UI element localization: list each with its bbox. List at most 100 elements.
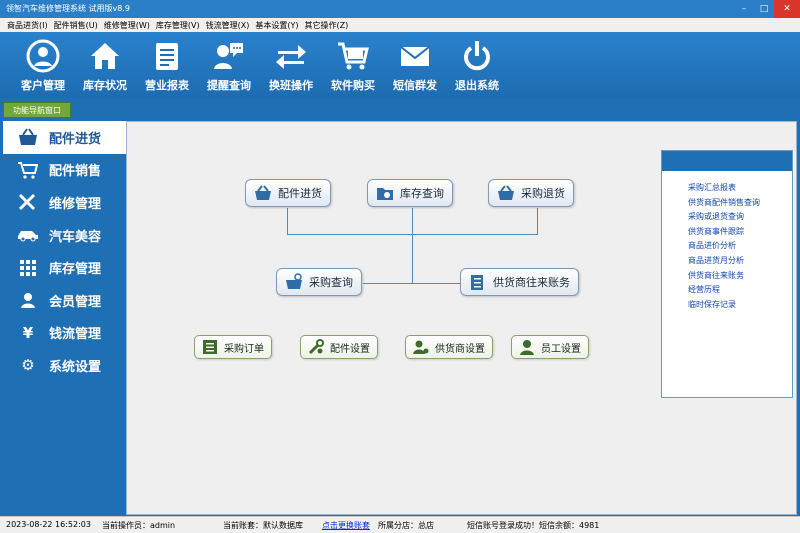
toolbar-exit-button[interactable]: 退出系统 xyxy=(446,32,508,98)
sidebar-item-label: 配件销售 xyxy=(49,164,102,180)
flow-purchase-query-button[interactable]: 采购查询 xyxy=(276,268,362,296)
flow-line xyxy=(412,208,413,283)
supplier-settings-button[interactable]: 供货商设置 xyxy=(405,335,493,359)
toolbar-reminder-button[interactable]: 提醒查询 xyxy=(198,32,260,98)
sidebar-item-parts-purchase[interactable]: 配件进货 xyxy=(3,121,126,154)
settings-button-label: 配件设置 xyxy=(330,343,370,355)
status-sms: 短信账号登录成功！短信余额：4981 xyxy=(467,521,600,530)
flow-label: 采购查询 xyxy=(309,276,353,289)
basket-return-icon xyxy=(498,185,514,200)
user-icon xyxy=(26,39,60,73)
status-datetime: 2023-08-22 16:52:03 xyxy=(6,520,91,529)
flow-purchase-return-button[interactable]: 采购退货 xyxy=(488,179,574,207)
menu-item-parts-sales[interactable]: 配件销售(U) xyxy=(51,20,101,31)
sidebar-item-label: 钱流管理 xyxy=(49,327,102,343)
toolbar-label: 换班操作 xyxy=(269,79,313,92)
swap-icon xyxy=(276,45,306,69)
report-link-list: 采购汇总报表 供货商配件销售查询 采购或退货查询 供货商事件跟踪 商品进价分析 … xyxy=(662,171,792,312)
flow-stock-query-button[interactable]: 库存查询 xyxy=(367,179,453,207)
nav-window-tab[interactable]: 功能导航窗口 xyxy=(3,102,71,118)
sidebar-item-label: 会员管理 xyxy=(49,294,102,310)
toolbar-label: 营业报表 xyxy=(145,79,189,92)
window-controls: – □ ✕ xyxy=(734,0,800,18)
parts-settings-button[interactable]: 配件设置 xyxy=(300,335,378,359)
grid-icon xyxy=(17,258,39,278)
sidebar-item-cashflow[interactable]: ¥ 钱流管理 xyxy=(3,317,126,350)
report-link[interactable]: 供货商往来账务 xyxy=(688,269,792,284)
report-link[interactable]: 经营历程 xyxy=(688,283,792,298)
report-link[interactable]: 临时保存记录 xyxy=(688,298,792,313)
status-bar: 2023-08-22 16:52:03 当前操作员：admin 当前账套：默认数… xyxy=(0,516,800,533)
wrench-gear-icon xyxy=(308,339,324,355)
basket-icon xyxy=(255,185,271,200)
toolbar-label: 客户管理 xyxy=(21,79,65,92)
menu-item-other[interactable]: 其它操作(Z) xyxy=(301,20,351,31)
purchase-order-button[interactable]: 采购订单 xyxy=(194,335,272,359)
sidebar: 配件进货 配件销售 维修管理 汽车美容 库存管理 会员管理 ¥ 钱流管理 ⚙ 系… xyxy=(3,121,126,515)
tools-icon xyxy=(17,192,39,212)
staff-settings-button[interactable]: 员工设置 xyxy=(511,335,589,359)
switch-account-link[interactable]: 点击更换账套 xyxy=(322,520,370,531)
flow-line xyxy=(363,283,460,284)
menu-item-cashflow[interactable]: 钱流管理(X) xyxy=(203,20,253,31)
home-icon xyxy=(91,43,119,69)
sidebar-item-car-beauty[interactable]: 汽车美容 xyxy=(3,219,126,252)
report-link[interactable]: 采购或退货查询 xyxy=(688,210,792,225)
flow-parts-purchase-button[interactable]: 配件进货 xyxy=(245,179,331,207)
report-panel-header xyxy=(662,151,792,171)
folder-search-icon xyxy=(377,188,393,200)
report-icon xyxy=(156,43,178,70)
cart-icon xyxy=(17,160,39,180)
menu-bar: 商品进货(I) 配件销售(U) 维修管理(W) 库存管理(V) 钱流管理(X) … xyxy=(0,18,800,32)
toolbar-label: 软件购买 xyxy=(331,79,375,92)
toolbar-shift-button[interactable]: 换班操作 xyxy=(260,32,322,98)
sidebar-item-inventory[interactable]: 库存管理 xyxy=(3,251,126,284)
sidebar-item-repair[interactable]: 维修管理 xyxy=(3,186,126,219)
flow-supplier-account-button[interactable]: 供货商往来账务 xyxy=(460,268,579,296)
title-bar: 领智汽车维修管理系统 试用版v8.9 – □ ✕ xyxy=(0,0,800,18)
menu-item-settings[interactable]: 基本设置(Y) xyxy=(252,20,301,31)
menu-item-repair[interactable]: 维修管理(W) xyxy=(101,20,153,31)
staff-icon xyxy=(520,340,534,355)
report-links-panel: 采购汇总报表 供货商配件销售查询 采购或退货查询 供货商事件跟踪 商品进价分析 … xyxy=(661,150,793,398)
toolbar-customer-button[interactable]: 客户管理 xyxy=(12,32,74,98)
flow-line xyxy=(537,208,538,234)
minimize-button[interactable]: – xyxy=(734,0,754,18)
sidebar-item-members[interactable]: 会员管理 xyxy=(3,284,126,317)
report-link[interactable]: 供货商事件跟踪 xyxy=(688,225,792,240)
sidebar-item-label: 系统设置 xyxy=(49,359,102,375)
status-branch: 所属分店：总店 xyxy=(378,521,434,530)
menu-item-purchase[interactable]: 商品进货(I) xyxy=(4,20,51,31)
settings-button-label: 采购订单 xyxy=(224,343,264,355)
sidebar-item-parts-sales[interactable]: 配件销售 xyxy=(3,154,126,187)
toolbar-report-button[interactable]: 营业报表 xyxy=(136,32,198,98)
report-link[interactable]: 商品进货月分析 xyxy=(688,254,792,269)
settings-button-label: 员工设置 xyxy=(541,343,581,355)
toolbar-buy-button[interactable]: 软件购买 xyxy=(322,32,384,98)
status-operator: 当前操作员：admin xyxy=(102,521,176,530)
close-button[interactable]: ✕ xyxy=(774,0,800,18)
report-link[interactable]: 采购汇总报表 xyxy=(688,181,792,196)
report-link[interactable]: 商品进价分析 xyxy=(688,239,792,254)
basket-icon xyxy=(17,127,39,147)
yen-icon: ¥ xyxy=(22,323,34,342)
toolbar-label: 提醒查询 xyxy=(207,79,251,92)
report-link[interactable]: 供货商配件销售查询 xyxy=(688,196,792,211)
sidebar-item-label: 汽车美容 xyxy=(49,229,102,245)
menu-item-inventory[interactable]: 库存管理(V) xyxy=(153,20,203,31)
sidebar-item-system-settings[interactable]: ⚙ 系统设置 xyxy=(3,349,126,382)
toolbar-sms-button[interactable]: 短信群发 xyxy=(384,32,446,98)
car-icon xyxy=(17,225,39,245)
toolbar-label: 短信群发 xyxy=(393,79,437,92)
main-panel: 配件进货 库存查询 采购退货 采购查询 供货商往来账务 采购订单 配件设置 供货… xyxy=(126,121,797,515)
mail-icon xyxy=(400,46,430,66)
toolbar: 客户管理 库存状况 营业报表 提醒查询 换班操作 软件购买 短信群发 退出系统 xyxy=(0,32,800,98)
status-account: 当前账套：默认数据库 xyxy=(223,521,303,530)
flow-line xyxy=(287,208,288,234)
flow-label: 采购退货 xyxy=(521,187,565,200)
toolbar-stock-button[interactable]: 库存状况 xyxy=(74,32,136,98)
maximize-button[interactable]: □ xyxy=(754,0,774,18)
basket-search-icon xyxy=(286,273,302,289)
ledger-icon xyxy=(471,275,483,290)
sidebar-item-label: 配件进货 xyxy=(49,131,102,147)
